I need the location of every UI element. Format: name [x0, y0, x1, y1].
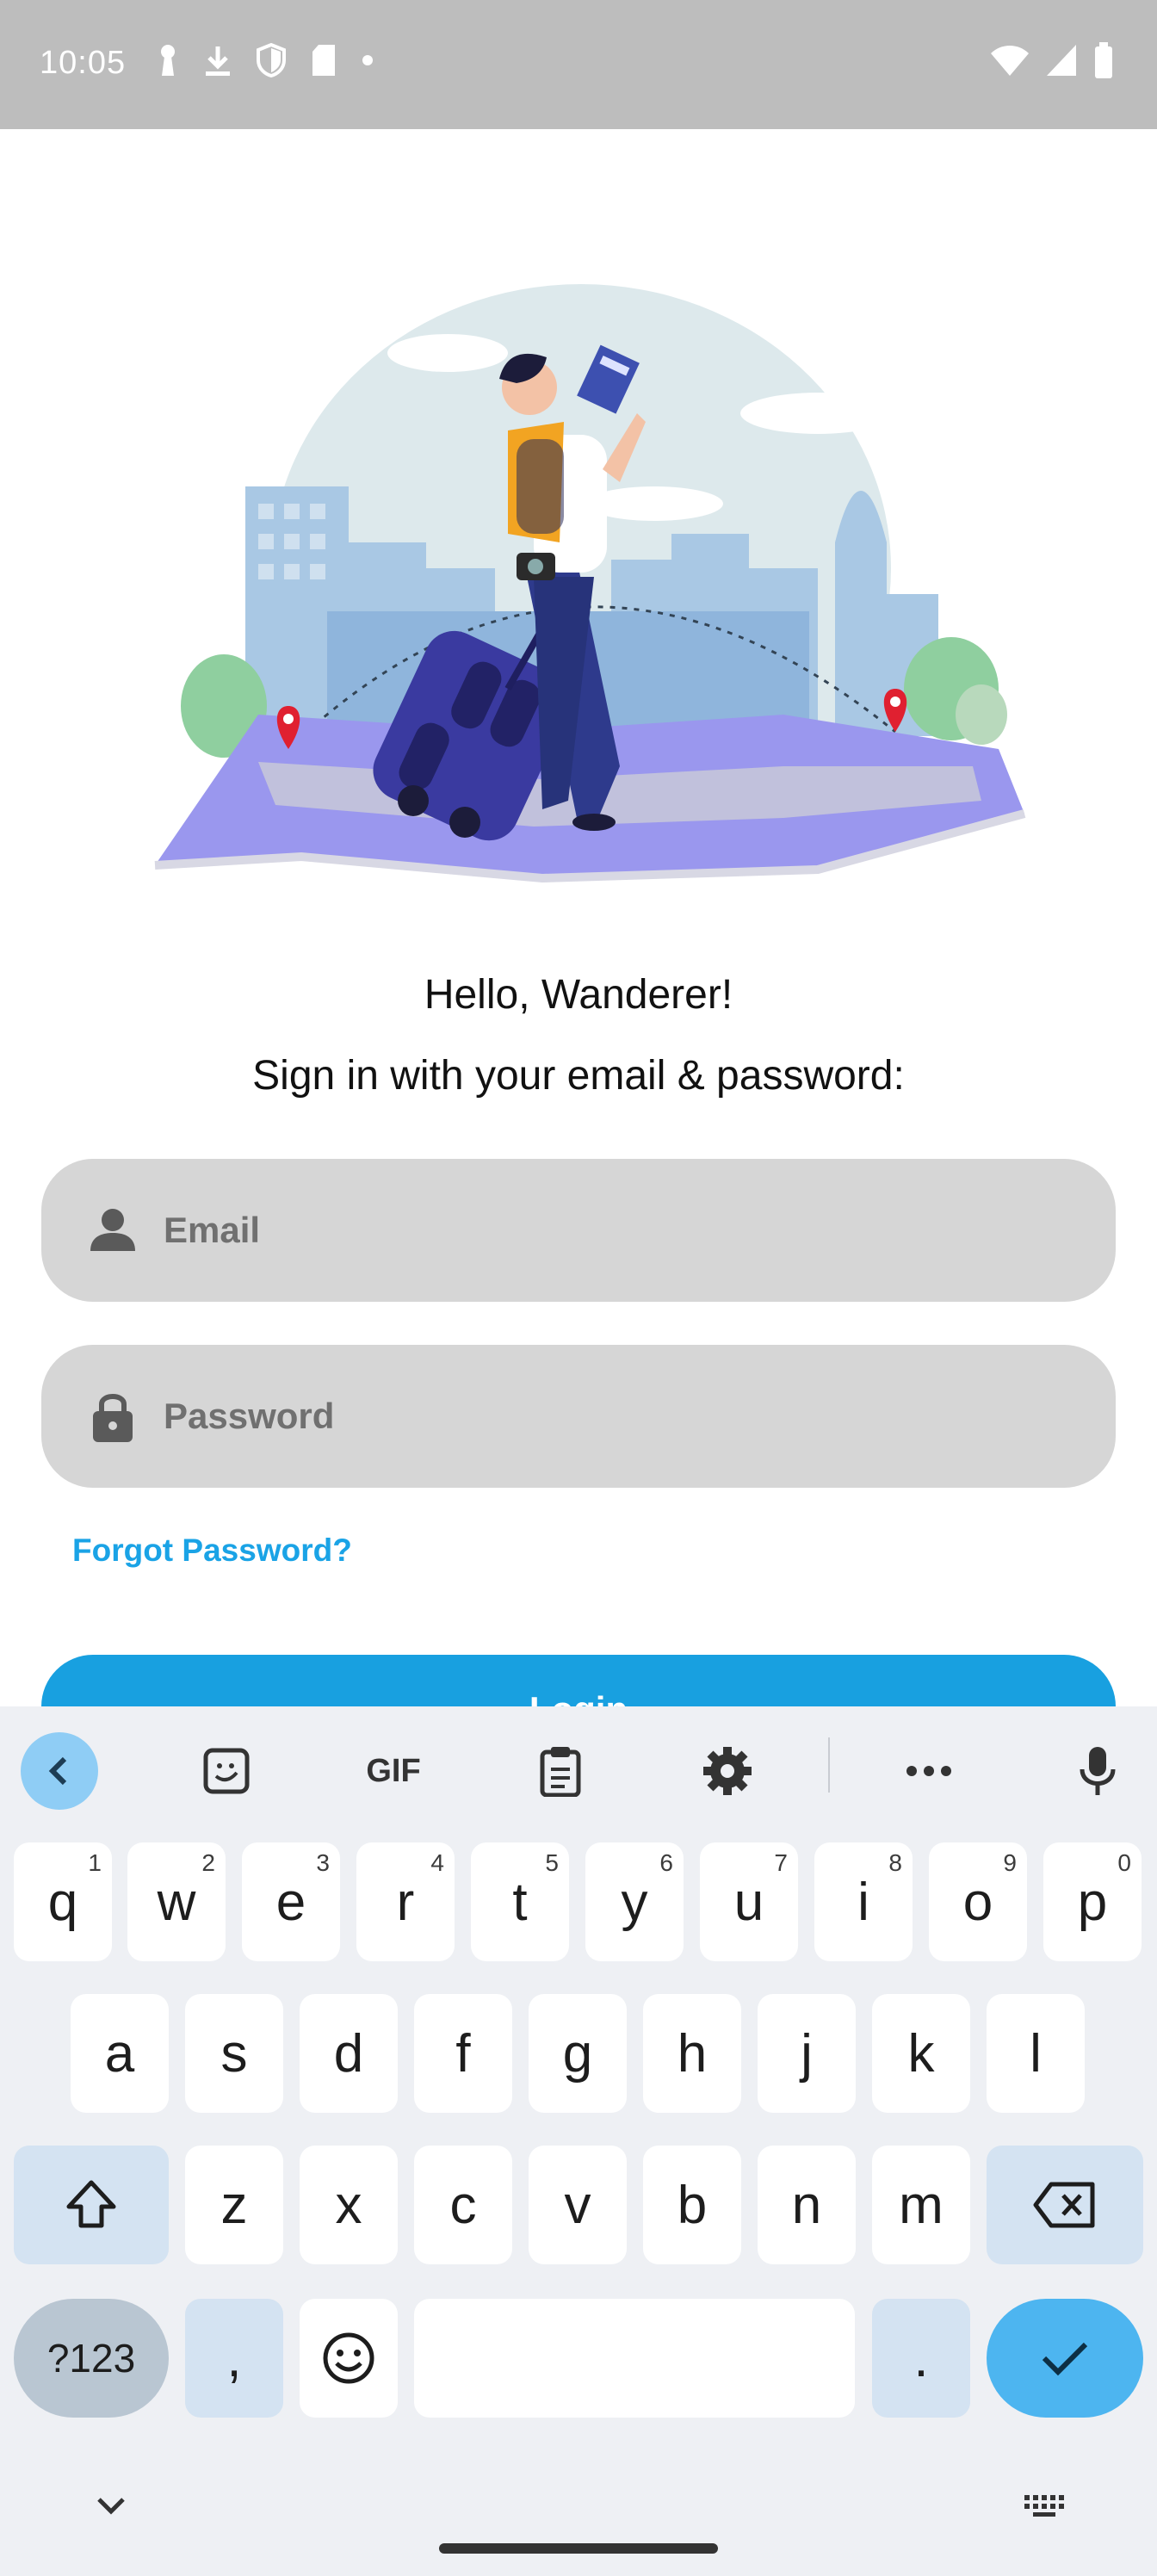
key-y[interactable]: y6	[585, 1842, 684, 1961]
key-r[interactable]: r4	[356, 1842, 455, 1961]
key-label: r	[396, 1872, 415, 1932]
greeting-text: Hello, Wanderer!	[424, 972, 733, 1018]
key-e[interactable]: e3	[242, 1842, 340, 1961]
key-o[interactable]: o9	[929, 1842, 1027, 1961]
gif-button[interactable]: GIF	[355, 1732, 432, 1810]
signal-icon	[1045, 43, 1078, 82]
on-screen-keyboard: GIF q1 w2 e3 r4 t5 y6 u7 i8 o9 p0 a s d …	[0, 1706, 1157, 2576]
lock-icon	[83, 1389, 143, 1444]
email-field[interactable]	[41, 1159, 1116, 1302]
key-n[interactable]: n	[758, 2146, 856, 2264]
shift-key[interactable]	[14, 2146, 169, 2264]
key-label: o	[962, 1872, 993, 1932]
shield-icon	[257, 42, 286, 82]
status-time: 10:05	[40, 45, 127, 81]
password-input[interactable]	[162, 1395, 1026, 1438]
download-icon	[203, 43, 232, 82]
sticker-icon[interactable]	[188, 1732, 265, 1810]
key-s[interactable]: s	[185, 1994, 283, 2113]
keyboard-switch-icon[interactable]	[1023, 2493, 1067, 2523]
key-label: q	[47, 1872, 78, 1932]
key-p[interactable]: p0	[1043, 1842, 1142, 1961]
key-hint: 4	[430, 1849, 444, 1876]
key-hint: 1	[88, 1849, 102, 1876]
key-c[interactable]: c	[414, 2146, 512, 2264]
clipboard-icon[interactable]	[522, 1732, 599, 1810]
key-w[interactable]: w2	[127, 1842, 226, 1961]
key-x[interactable]: x	[300, 2146, 398, 2264]
key-q[interactable]: q1	[14, 1842, 112, 1961]
key-label: e	[275, 1872, 306, 1932]
key-hint: 9	[1003, 1849, 1017, 1876]
key-t[interactable]: t5	[471, 1842, 569, 1961]
key-hint: 3	[316, 1849, 330, 1876]
hide-keyboard-icon[interactable]	[96, 2497, 126, 2520]
key-hint: 5	[545, 1849, 559, 1876]
key-hint: 2	[201, 1849, 215, 1876]
keyboard-nav-row	[0, 2430, 1157, 2576]
backspace-icon	[1033, 2182, 1095, 2228]
forgot-password-link[interactable]: Forgot Password?	[72, 1533, 352, 1569]
backspace-key[interactable]	[987, 2146, 1143, 2264]
key-m[interactable]: m	[872, 2146, 970, 2264]
enter-key[interactable]	[987, 2299, 1143, 2418]
signin-instruction: Sign in with your email & password:	[252, 1053, 905, 1099]
keyboard-toolbar: GIF	[0, 1706, 1157, 1827]
status-bar: 10:05	[0, 0, 1157, 129]
emoji-key[interactable]	[300, 2299, 398, 2418]
more-icon[interactable]	[890, 1732, 968, 1810]
key-i[interactable]: i8	[814, 1842, 913, 1961]
key-hint: 0	[1117, 1849, 1131, 1876]
key-hint: 6	[659, 1849, 673, 1876]
gesture-nav-handle[interactable]	[439, 2543, 718, 2554]
key-u[interactable]: u7	[700, 1842, 798, 1961]
key-k[interactable]: k	[872, 1994, 970, 2113]
battery-icon	[1093, 41, 1114, 84]
key-g[interactable]: g	[529, 1994, 627, 2113]
shift-icon	[66, 2180, 116, 2228]
wifi-icon	[990, 43, 1030, 82]
symbols-key[interactable]: ?123	[14, 2299, 169, 2418]
key-label: i	[857, 1872, 869, 1932]
key-v[interactable]: v	[529, 2146, 627, 2264]
person-icon	[83, 1208, 143, 1253]
key-d[interactable]: d	[300, 1994, 398, 2113]
comma-key[interactable]: ,	[185, 2299, 283, 2418]
emoji-icon	[323, 2332, 374, 2384]
key-j[interactable]: j	[758, 1994, 856, 2113]
key-label: p	[1077, 1872, 1108, 1932]
key-l[interactable]: l	[987, 1994, 1085, 2113]
sd-card-icon	[310, 43, 337, 82]
key-h[interactable]: h	[643, 1994, 741, 2113]
spacebar[interactable]	[414, 2299, 855, 2418]
key-z[interactable]: z	[185, 2146, 283, 2264]
traveler-illustration	[129, 284, 1033, 904]
password-field[interactable]	[41, 1345, 1116, 1488]
email-input[interactable]	[162, 1209, 1026, 1252]
settings-icon[interactable]	[689, 1732, 766, 1810]
key-hint: 7	[774, 1849, 788, 1876]
key-b[interactable]: b	[643, 2146, 741, 2264]
key-hint: 8	[888, 1849, 902, 1876]
period-key[interactable]: .	[872, 2299, 970, 2418]
key-f[interactable]: f	[414, 1994, 512, 2113]
toolbar-divider	[828, 1737, 830, 1793]
checkmark-icon	[1042, 2342, 1088, 2376]
key-label: w	[157, 1872, 196, 1932]
key-label: y	[621, 1872, 648, 1932]
dot-icon	[362, 54, 374, 71]
key-label: u	[733, 1872, 764, 1932]
back-icon[interactable]	[21, 1732, 98, 1810]
keyhole-icon	[157, 43, 179, 82]
mic-icon[interactable]	[1059, 1732, 1136, 1810]
key-a[interactable]: a	[71, 1994, 169, 2113]
key-label: t	[512, 1872, 528, 1932]
